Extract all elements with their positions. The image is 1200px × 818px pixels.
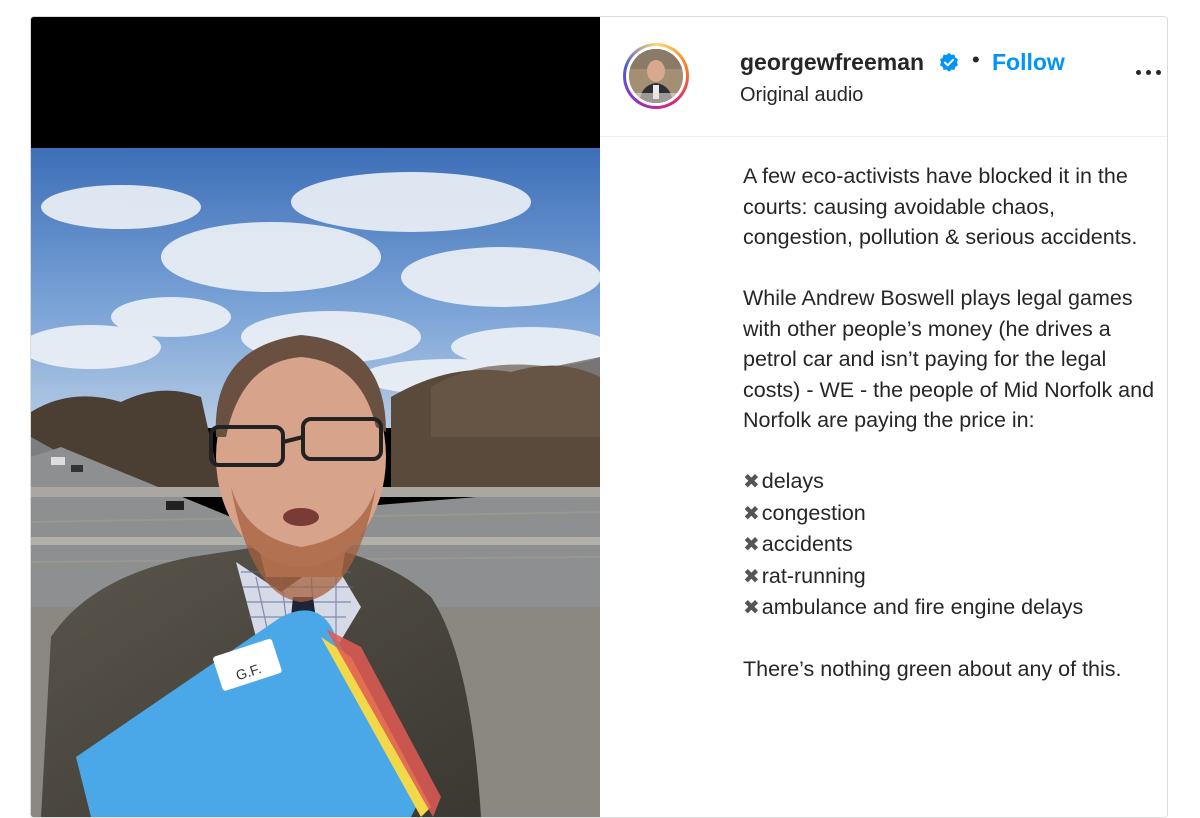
caption-paragraph: A few eco-activists have blocked it in t… — [743, 164, 1138, 249]
audio-label[interactable]: Original audio — [740, 84, 863, 107]
cross-mark-icon: ✖ — [743, 471, 760, 493]
caption-list-item: ✖accidents — [743, 532, 853, 556]
instagram-post-card: G.F. georgewfreeman • Follow Original au… — [30, 16, 1168, 818]
post-side-panel: georgewfreeman • Follow Original audio A… — [600, 17, 1167, 817]
post-header: georgewfreeman • Follow Original audio — [600, 17, 1167, 137]
caption-list-item: ✖delays — [743, 469, 824, 493]
cross-mark-icon: ✖ — [743, 502, 760, 525]
more-options-icon[interactable] — [1134, 62, 1164, 86]
cross-mark-icon: ✖ — [743, 534, 760, 556]
cross-mark-icon: ✖ — [743, 597, 760, 619]
caption-list-item: ✖congestion — [743, 500, 866, 525]
caption-list-item: ✖rat-running — [743, 563, 866, 588]
avatar-image — [629, 49, 683, 103]
username-link[interactable]: georgewfreeman — [740, 49, 924, 76]
separator-dot: • — [972, 47, 980, 72]
verified-badge-icon — [940, 52, 958, 72]
caption-paragraph: There’s nothing green about any of this. — [743, 657, 1122, 681]
caption-paragraph: While Andrew Boswell plays legal games w… — [743, 286, 1155, 432]
post-video[interactable]: G.F. — [31, 17, 600, 817]
cross-mark-icon: ✖ — [743, 565, 760, 588]
post-caption: A few eco-activists have blocked it in t… — [743, 161, 1158, 685]
caption-list-item: ✖ambulance and fire engine delays — [743, 595, 1084, 619]
avatar[interactable] — [623, 43, 689, 109]
video-frame: G.F. — [31, 17, 600, 817]
follow-button[interactable]: Follow — [992, 49, 1065, 76]
